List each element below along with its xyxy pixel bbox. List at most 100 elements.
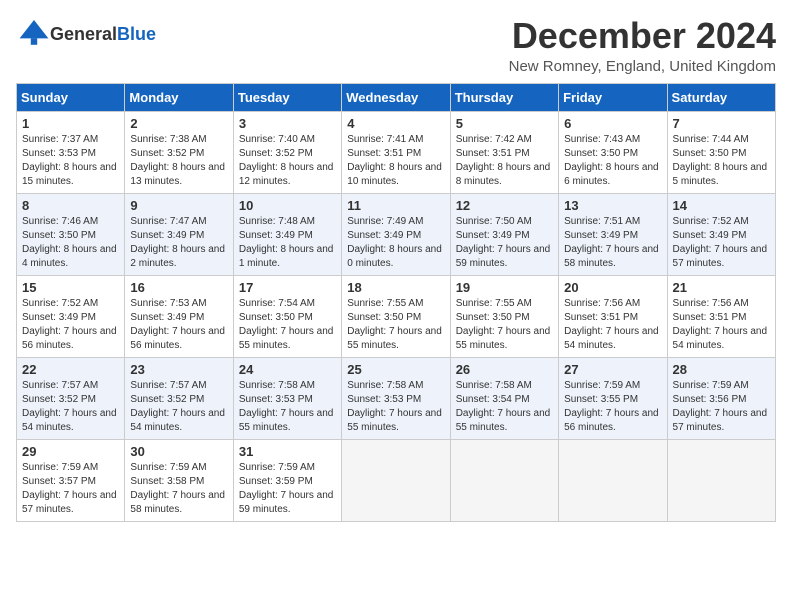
day-number: 16	[130, 280, 227, 295]
day-info: Sunrise: 7:56 AM Sunset: 3:51 PM Dayligh…	[564, 297, 661, 353]
day-info: Sunrise: 7:46 AM Sunset: 3:50 PM Dayligh…	[22, 215, 119, 271]
calendar-cell: 25 Sunrise: 7:58 AM Sunset: 3:53 PM Dayl…	[342, 357, 450, 439]
day-number: 6	[564, 116, 661, 131]
day-number: 10	[239, 198, 336, 213]
column-header-friday: Friday	[559, 83, 667, 111]
calendar-cell: 15 Sunrise: 7:52 AM Sunset: 3:49 PM Dayl…	[17, 275, 125, 357]
day-number: 18	[347, 280, 444, 295]
day-info: Sunrise: 7:42 AM Sunset: 3:51 PM Dayligh…	[456, 133, 553, 189]
calendar-cell: 6 Sunrise: 7:43 AM Sunset: 3:50 PM Dayli…	[559, 111, 667, 193]
day-number: 23	[130, 362, 227, 377]
day-number: 25	[347, 362, 444, 377]
day-info: Sunrise: 7:51 AM Sunset: 3:49 PM Dayligh…	[564, 215, 661, 271]
day-info: Sunrise: 7:55 AM Sunset: 3:50 PM Dayligh…	[456, 297, 553, 353]
day-info: Sunrise: 7:59 AM Sunset: 3:56 PM Dayligh…	[673, 379, 770, 435]
day-number: 21	[673, 280, 770, 295]
day-number: 19	[456, 280, 553, 295]
day-number: 22	[22, 362, 119, 377]
calendar-cell: 29 Sunrise: 7:59 AM Sunset: 3:57 PM Dayl…	[17, 439, 125, 521]
day-number: 7	[673, 116, 770, 131]
calendar-cell	[342, 439, 450, 521]
calendar-cell: 8 Sunrise: 7:46 AM Sunset: 3:50 PM Dayli…	[17, 193, 125, 275]
calendar-cell: 16 Sunrise: 7:53 AM Sunset: 3:49 PM Dayl…	[125, 275, 233, 357]
calendar-cell: 5 Sunrise: 7:42 AM Sunset: 3:51 PM Dayli…	[450, 111, 558, 193]
day-info: Sunrise: 7:37 AM Sunset: 3:53 PM Dayligh…	[22, 133, 119, 189]
calendar-cell: 31 Sunrise: 7:59 AM Sunset: 3:59 PM Dayl…	[233, 439, 341, 521]
calendar-cell: 1 Sunrise: 7:37 AM Sunset: 3:53 PM Dayli…	[17, 111, 125, 193]
day-number: 15	[22, 280, 119, 295]
calendar-cell: 21 Sunrise: 7:56 AM Sunset: 3:51 PM Dayl…	[667, 275, 775, 357]
day-info: Sunrise: 7:55 AM Sunset: 3:50 PM Dayligh…	[347, 297, 444, 353]
day-number: 9	[130, 198, 227, 213]
calendar-cell: 2 Sunrise: 7:38 AM Sunset: 3:52 PM Dayli…	[125, 111, 233, 193]
calendar-cell: 20 Sunrise: 7:56 AM Sunset: 3:51 PM Dayl…	[559, 275, 667, 357]
day-info: Sunrise: 7:53 AM Sunset: 3:49 PM Dayligh…	[130, 297, 227, 353]
page-header: GeneralBlue December 2024 New Romney, En…	[16, 16, 776, 75]
day-info: Sunrise: 7:44 AM Sunset: 3:50 PM Dayligh…	[673, 133, 770, 189]
day-info: Sunrise: 7:40 AM Sunset: 3:52 PM Dayligh…	[239, 133, 336, 189]
calendar-cell: 7 Sunrise: 7:44 AM Sunset: 3:50 PM Dayli…	[667, 111, 775, 193]
day-number: 8	[22, 198, 119, 213]
calendar-cell	[559, 439, 667, 521]
calendar-subtitle: New Romney, England, United Kingdom	[509, 58, 776, 75]
day-info: Sunrise: 7:47 AM Sunset: 3:49 PM Dayligh…	[130, 215, 227, 271]
calendar-cell: 17 Sunrise: 7:54 AM Sunset: 3:50 PM Dayl…	[233, 275, 341, 357]
day-info: Sunrise: 7:38 AM Sunset: 3:52 PM Dayligh…	[130, 133, 227, 189]
day-number: 12	[456, 198, 553, 213]
column-header-sunday: Sunday	[17, 83, 125, 111]
calendar-header-row: SundayMondayTuesdayWednesdayThursdayFrid…	[17, 83, 776, 111]
calendar-cell: 22 Sunrise: 7:57 AM Sunset: 3:52 PM Dayl…	[17, 357, 125, 439]
calendar-week-row: 15 Sunrise: 7:52 AM Sunset: 3:49 PM Dayl…	[17, 275, 776, 357]
logo: GeneralBlue	[16, 16, 156, 53]
calendar-cell: 30 Sunrise: 7:59 AM Sunset: 3:58 PM Dayl…	[125, 439, 233, 521]
day-number: 13	[564, 198, 661, 213]
day-info: Sunrise: 7:43 AM Sunset: 3:50 PM Dayligh…	[564, 133, 661, 189]
column-header-thursday: Thursday	[450, 83, 558, 111]
calendar-cell: 24 Sunrise: 7:58 AM Sunset: 3:53 PM Dayl…	[233, 357, 341, 439]
day-number: 14	[673, 198, 770, 213]
day-info: Sunrise: 7:58 AM Sunset: 3:54 PM Dayligh…	[456, 379, 553, 435]
day-info: Sunrise: 7:56 AM Sunset: 3:51 PM Dayligh…	[673, 297, 770, 353]
calendar-week-row: 1 Sunrise: 7:37 AM Sunset: 3:53 PM Dayli…	[17, 111, 776, 193]
calendar-cell: 28 Sunrise: 7:59 AM Sunset: 3:56 PM Dayl…	[667, 357, 775, 439]
day-info: Sunrise: 7:57 AM Sunset: 3:52 PM Dayligh…	[130, 379, 227, 435]
day-info: Sunrise: 7:59 AM Sunset: 3:55 PM Dayligh…	[564, 379, 661, 435]
column-header-tuesday: Tuesday	[233, 83, 341, 111]
day-info: Sunrise: 7:52 AM Sunset: 3:49 PM Dayligh…	[22, 297, 119, 353]
calendar-cell	[667, 439, 775, 521]
day-info: Sunrise: 7:59 AM Sunset: 3:58 PM Dayligh…	[130, 461, 227, 517]
calendar-cell: 13 Sunrise: 7:51 AM Sunset: 3:49 PM Dayl…	[559, 193, 667, 275]
day-info: Sunrise: 7:48 AM Sunset: 3:49 PM Dayligh…	[239, 215, 336, 271]
day-number: 2	[130, 116, 227, 131]
calendar-week-row: 8 Sunrise: 7:46 AM Sunset: 3:50 PM Dayli…	[17, 193, 776, 275]
calendar-cell: 19 Sunrise: 7:55 AM Sunset: 3:50 PM Dayl…	[450, 275, 558, 357]
day-number: 28	[673, 362, 770, 377]
day-number: 1	[22, 116, 119, 131]
column-header-wednesday: Wednesday	[342, 83, 450, 111]
day-info: Sunrise: 7:54 AM Sunset: 3:50 PM Dayligh…	[239, 297, 336, 353]
logo-icon	[18, 16, 50, 48]
day-number: 27	[564, 362, 661, 377]
calendar-cell: 12 Sunrise: 7:50 AM Sunset: 3:49 PM Dayl…	[450, 193, 558, 275]
day-number: 29	[22, 444, 119, 459]
calendar-cell: 11 Sunrise: 7:49 AM Sunset: 3:49 PM Dayl…	[342, 193, 450, 275]
day-number: 11	[347, 198, 444, 213]
day-info: Sunrise: 7:52 AM Sunset: 3:49 PM Dayligh…	[673, 215, 770, 271]
calendar-cell: 9 Sunrise: 7:47 AM Sunset: 3:49 PM Dayli…	[125, 193, 233, 275]
day-number: 26	[456, 362, 553, 377]
calendar-cell: 26 Sunrise: 7:58 AM Sunset: 3:54 PM Dayl…	[450, 357, 558, 439]
day-number: 17	[239, 280, 336, 295]
calendar-cell: 4 Sunrise: 7:41 AM Sunset: 3:51 PM Dayli…	[342, 111, 450, 193]
day-info: Sunrise: 7:59 AM Sunset: 3:59 PM Dayligh…	[239, 461, 336, 517]
calendar-week-row: 22 Sunrise: 7:57 AM Sunset: 3:52 PM Dayl…	[17, 357, 776, 439]
calendar-cell: 10 Sunrise: 7:48 AM Sunset: 3:49 PM Dayl…	[233, 193, 341, 275]
calendar-week-row: 29 Sunrise: 7:59 AM Sunset: 3:57 PM Dayl…	[17, 439, 776, 521]
title-block: December 2024 New Romney, England, Unite…	[509, 16, 776, 75]
calendar-cell	[450, 439, 558, 521]
day-number: 31	[239, 444, 336, 459]
calendar-cell: 3 Sunrise: 7:40 AM Sunset: 3:52 PM Dayli…	[233, 111, 341, 193]
column-header-saturday: Saturday	[667, 83, 775, 111]
calendar-cell: 14 Sunrise: 7:52 AM Sunset: 3:49 PM Dayl…	[667, 193, 775, 275]
calendar-cell: 23 Sunrise: 7:57 AM Sunset: 3:52 PM Dayl…	[125, 357, 233, 439]
day-number: 30	[130, 444, 227, 459]
